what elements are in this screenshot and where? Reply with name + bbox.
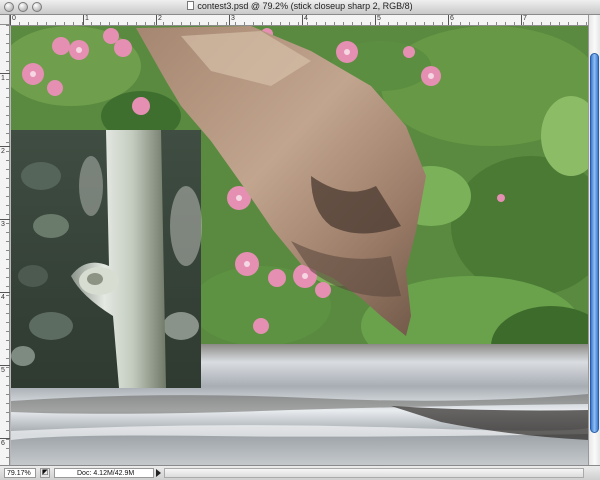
ruler-tick	[375, 15, 376, 25]
ruler-tick	[0, 438, 10, 439]
status-bar: 79.17% ◩ Doc: 4.12M/42.9M	[0, 465, 600, 480]
vertical-scrollbar[interactable]	[588, 15, 600, 465]
ruler-label: 1	[1, 75, 5, 82]
vertical-scroll-thumb[interactable]	[590, 53, 599, 433]
ruler-label: 0	[12, 15, 16, 22]
document-canvas[interactable]	[11, 26, 588, 465]
ruler-origin[interactable]	[0, 15, 10, 25]
ruler-tick	[0, 219, 10, 220]
ruler-label: 6	[450, 15, 454, 22]
ruler-tick	[229, 15, 230, 25]
ruler-label: 3	[1, 221, 5, 228]
ruler-tick	[302, 15, 303, 25]
ruler-label: 5	[377, 15, 381, 22]
ruler-tick	[156, 15, 157, 25]
horizontal-scrollbar[interactable]	[164, 468, 584, 478]
ruler-label: 1	[85, 15, 89, 22]
ruler-label: 2	[158, 15, 162, 22]
stick-closeup-layer	[11, 130, 202, 388]
horizontal-ruler[interactable]: 0 1 2 3 4 5 6 7	[10, 15, 590, 26]
window-title-container: contest3.psd @ 79.2% (stick closeup shar…	[0, 1, 600, 11]
ruler-tick	[83, 15, 84, 25]
ruler-tick	[0, 292, 10, 293]
ruler-label: 6	[1, 440, 5, 447]
ruler-label: 5	[1, 367, 5, 374]
window-title: contest3.psd @ 79.2% (stick closeup shar…	[197, 1, 413, 11]
ruler-tick	[10, 15, 11, 25]
zoom-level-field[interactable]: 79.17%	[4, 468, 36, 478]
ruler-tick	[448, 15, 449, 25]
ruler-label: 3	[231, 15, 235, 22]
triangle-right-icon[interactable]	[156, 469, 161, 477]
ruler-tick	[521, 15, 522, 25]
document-icon	[187, 1, 195, 10]
ruler-label: 7	[523, 15, 527, 22]
document-size-info: Doc: 4.12M/42.9M	[54, 468, 154, 478]
quick-mask-icon[interactable]: ◩	[40, 468, 50, 478]
ruler-label: 4	[304, 15, 308, 22]
ruler-tick	[0, 146, 10, 147]
ruler-tick	[0, 365, 10, 366]
ruler-label: 2	[1, 148, 5, 155]
ruler-label: 4	[1, 294, 5, 301]
vertical-ruler[interactable]: 1 2 3 4 5 6	[0, 25, 10, 465]
window-titlebar[interactable]: contest3.psd @ 79.2% (stick closeup shar…	[0, 0, 600, 15]
composite-image	[11, 26, 588, 465]
ruler-tick	[0, 73, 10, 74]
